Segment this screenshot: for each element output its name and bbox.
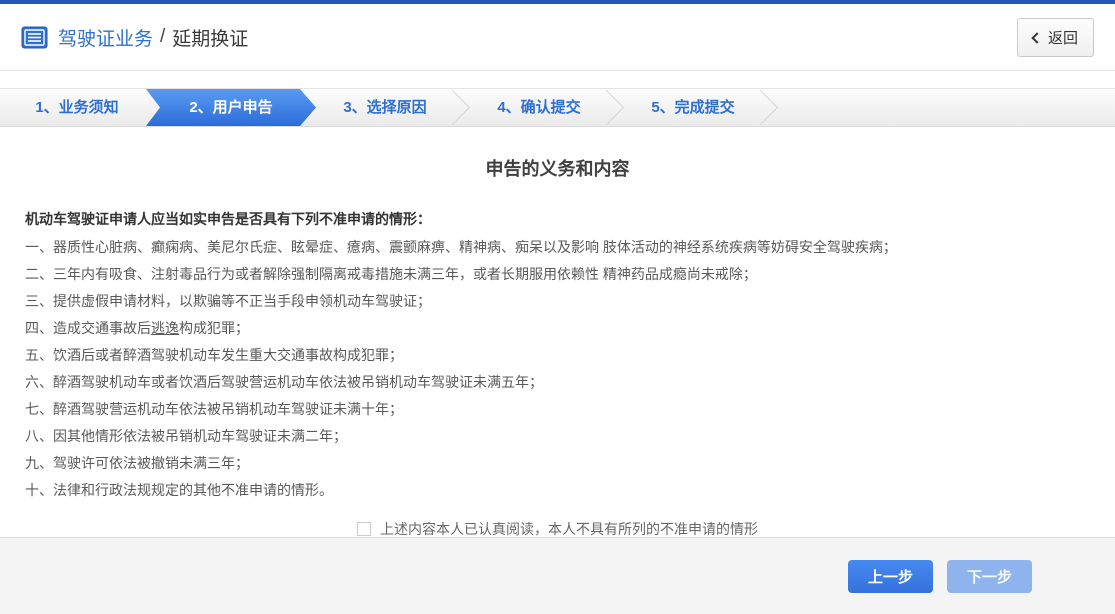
wizard-step-label: 1、业务须知 (35, 99, 119, 116)
back-button-label: 返回 (1047, 29, 1078, 47)
declaration-item-text: 七、醉酒驾驶营运机动车依法被吊销机动车驾驶证未满十年； (25, 401, 403, 417)
main-content: 申告的义务和内容 机动车驾驶证申请人应当如实申告是否具有下列不准申请的情形： 一… (0, 155, 1115, 539)
breadcrumb-separator: / (160, 26, 166, 47)
declaration-item-text: 十、法律和行政法规规定的其他不准申请的情形。 (25, 482, 333, 498)
step-separator-chevron (742, 89, 779, 126)
declaration-list-item: 七、醉酒驾驶营运机动车依法被吊销机动车驾驶证未满十年； (25, 396, 1090, 423)
declaration-item-text: 四、造成交通事故后逃逸构成犯罪； (25, 320, 249, 336)
back-chevron-icon (1031, 31, 1043, 44)
declaration-item-text: 八、因其他情形依法被吊销机动车驾驶证未满二年； (25, 428, 347, 444)
declaration-list-item: 十、法律和行政法规规定的其他不准申请的情形。 (25, 477, 1090, 504)
declaration-item-text: 二、三年内有吸食、注射毒品行为或者解除强制隔离戒毒措施未满三年，或者长期服用依赖… (25, 266, 757, 282)
declaration-list-item: 二、三年内有吸食、注射毒品行为或者解除强制隔离戒毒措施未满三年，或者长期服用依赖… (25, 261, 1090, 288)
footer-action-bar: 上一步 下一步 (0, 537, 1115, 614)
breadcrumb-service-name: 驾驶证业务 (58, 28, 154, 50)
wizard-step-label: 4、确认提交 (497, 99, 581, 116)
declaration-item-text: 三、提供虚假申请材料，以欺骗等不正当手段申领机动车驾驶证； (25, 293, 431, 309)
previous-step-button[interactable]: 上一步 (847, 559, 933, 593)
wizard-step-label: 2、用户申告 (189, 99, 273, 116)
confirmation-row: 上述内容本人已认真阅读，本人不具有所列的不准申请的情形 (25, 519, 1090, 539)
page: 驾驶证业务 / 延期换证 返回 1、业务须知 2、用户申告 3、选择原因 4、确… (0, 0, 1115, 614)
declaration-list-item: 一、器质性心脏病、癫痫病、美尼尔氏症、眩晕症、癔病、震颤麻痹、精神病、痴呆以及影… (25, 234, 1090, 261)
declaration-checkbox[interactable] (357, 522, 371, 536)
declaration-list-item: 六、醉酒驾驶机动车或者饮酒后驾驶营运机动车依法被吊销机动车驾驶证未满五年； (25, 369, 1090, 396)
declaration-list: 一、器质性心脏病、癫痫病、美尼尔氏症、眩晕症、癔病、震颤麻痹、精神病、痴呆以及影… (25, 234, 1090, 504)
breadcrumb: 驾驶证业务 / 延期换证 (58, 24, 248, 51)
wizard-step-label: 3、选择原因 (343, 99, 427, 116)
declaration-list-item: 八、因其他情形依法被吊销机动车驾驶证未满二年； (25, 423, 1090, 450)
declaration-list-item: 三、提供虚假申请材料，以欺骗等不正当手段申领机动车驾驶证； (25, 288, 1090, 315)
declaration-checkbox-label: 上述内容本人已认真阅读，本人不具有所列的不准申请的情形 (380, 521, 758, 537)
wizard-step[interactable]: 3、选择原因 (308, 89, 471, 126)
declaration-list-item: 九、驾驶许可依法被撤销未满三年； (25, 450, 1090, 477)
declaration-item-text: 九、驾驶许可依法被撤销未满三年； (25, 455, 249, 471)
declaration-item-text: 六、醉酒驾驶机动车或者饮酒后驾驶营运机动车依法被吊销机动车驾驶证未满五年； (25, 374, 543, 390)
declaration-list-item: 四、造成交通事故后逃逸构成犯罪； (25, 315, 1090, 342)
wizard-step-label: 5、完成提交 (651, 99, 735, 116)
breadcrumb-page-name: 延期换证 (172, 28, 249, 50)
page-title: 申告的义务和内容 (485, 159, 630, 179)
wizard-step[interactable]: 2、用户申告 (146, 89, 316, 126)
declaration-item-text: 五、饮酒后或者醉酒驾驶机动车发生重大交通事故构成犯罪； (25, 347, 403, 363)
wizard-step[interactable]: 4、确认提交 (462, 89, 625, 126)
wizard-step[interactable]: 5、完成提交 (616, 89, 779, 126)
next-step-button[interactable]: 下一步 (946, 559, 1032, 593)
wizard-step-bar: 1、业务须知 2、用户申告 3、选择原因 4、确认提交 5、完成提交 (0, 88, 1115, 127)
back-button[interactable]: 返回 (1016, 17, 1094, 57)
form-list-icon (21, 26, 48, 48)
declaration-item-text: 一、器质性心脏病、癫痫病、美尼尔氏症、眩晕症、癔病、震颤麻痹、精神病、痴呆以及影… (25, 239, 897, 255)
declaration-lead: 机动车驾驶证申请人应当如实申告是否具有下列不准申请的情形： (25, 211, 431, 227)
declaration-list-item: 五、饮酒后或者醉酒驾驶机动车发生重大交通事故构成犯罪； (25, 342, 1090, 369)
header: 驾驶证业务 / 延期换证 返回 (0, 4, 1115, 71)
wizard-step[interactable]: 1、业务须知 (0, 89, 154, 126)
